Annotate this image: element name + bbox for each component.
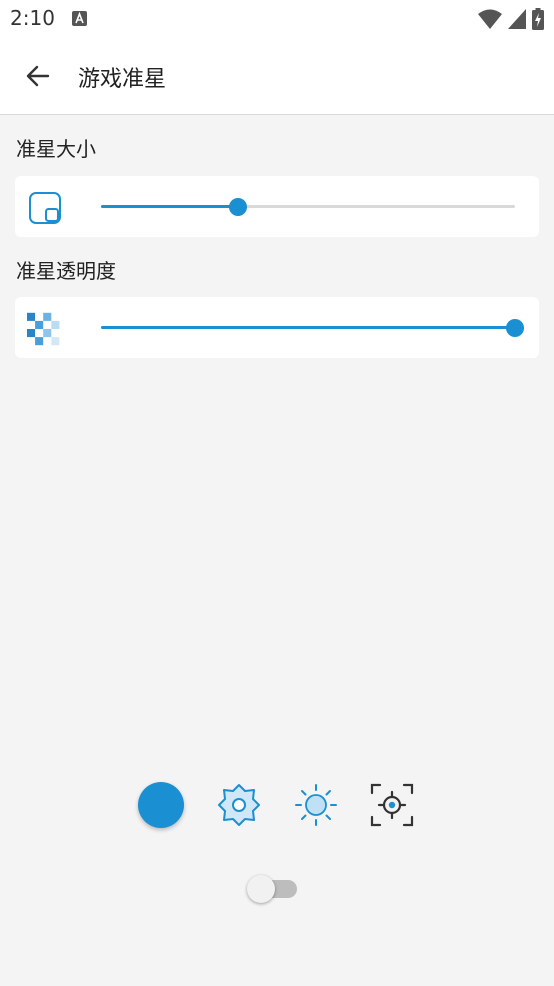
toggle-knob	[247, 875, 275, 903]
checker-transparency-icon	[27, 312, 60, 346]
status-icons	[478, 7, 544, 31]
sun-icon[interactable]	[293, 782, 339, 828]
crosshair-opacity-slider[interactable]	[101, 319, 524, 337]
app-bar: 游戏准星	[0, 38, 554, 115]
style-filled-circle[interactable]	[138, 782, 184, 828]
crosshair-size-card	[15, 176, 539, 237]
gear-flower-icon[interactable]	[216, 782, 262, 828]
slider-thumb[interactable]	[228, 198, 247, 216]
crosshair-opacity-card	[15, 297, 539, 358]
battery-charging-icon	[532, 8, 544, 30]
resize-icon	[29, 192, 61, 224]
status-time: 2:10	[10, 6, 55, 30]
wifi-icon	[478, 9, 502, 29]
back-arrow-icon[interactable]	[24, 62, 52, 90]
slider-fill	[101, 205, 238, 208]
crosshair-style-options	[0, 778, 554, 832]
crosshair-toggle-switch[interactable]	[247, 875, 299, 903]
crosshair-opacity-label: 准星透明度	[16, 259, 116, 283]
slider-fill	[101, 326, 515, 329]
status-bar: 2:10	[0, 0, 554, 38]
crosshair-target-icon[interactable]	[369, 782, 415, 828]
cell-signal-icon	[508, 9, 526, 29]
crosshair-size-slider[interactable]	[101, 198, 515, 216]
slider-thumb[interactable]	[506, 319, 524, 337]
notification-a-icon	[72, 11, 87, 26]
page-title: 游戏准星	[78, 67, 167, 92]
crosshair-size-label: 准星大小	[16, 137, 96, 161]
